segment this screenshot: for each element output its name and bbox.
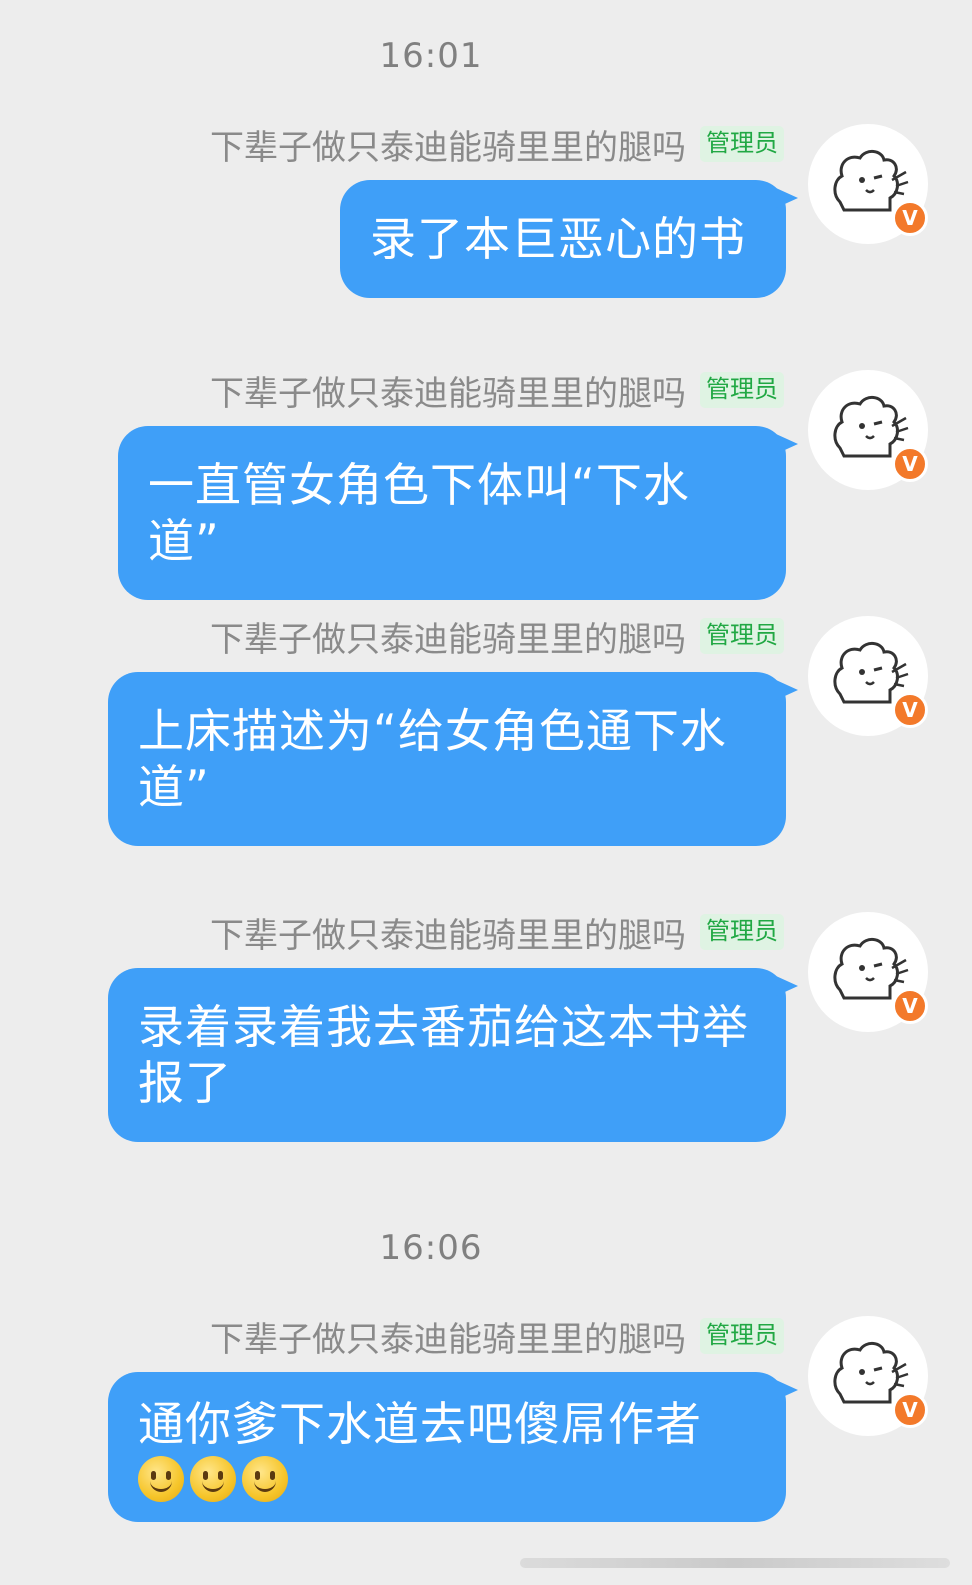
verified-badge: V [892, 988, 928, 1024]
sender-line: 下辈子做只泰迪能骑里里的腿吗 管理员 [210, 124, 784, 168]
sender-name[interactable]: 下辈子做只泰迪能骑里里的腿吗 [210, 1312, 686, 1361]
slight-smile-emoji [242, 1456, 288, 1502]
sender-name[interactable]: 下辈子做只泰迪能骑里里的腿吗 [210, 908, 686, 957]
verified-badge: V [892, 446, 928, 482]
message-bubble[interactable]: 一直管女角色下体叫“下水道” [118, 426, 798, 600]
emoji-row [138, 1456, 756, 1502]
verified-badge: V [892, 692, 928, 728]
bottom-scroll-indicator [520, 1558, 950, 1568]
sender-line: 下辈子做只泰迪能骑里里的腿吗 管理员 [210, 1316, 784, 1360]
slight-smile-emoji [138, 1456, 184, 1502]
admin-badge: 管理员 [700, 914, 784, 950]
admin-badge: 管理员 [700, 372, 784, 408]
admin-badge: 管理员 [700, 1318, 784, 1354]
avatar[interactable]: V [808, 912, 928, 1032]
message-text: 上床描述为“给女角色通下水道” [138, 704, 727, 814]
admin-badge: 管理员 [700, 618, 784, 654]
sender-name[interactable]: 下辈子做只泰迪能骑里里的腿吗 [210, 120, 686, 169]
sender-name[interactable]: 下辈子做只泰迪能骑里里的腿吗 [210, 366, 686, 415]
message-bubble[interactable]: 录着录着我去番茄给这本书举报了 [108, 968, 798, 1142]
message-text: 录了本巨恶心的书 [370, 212, 746, 266]
message-text: 通你爹下水道去吧傻屌作者 [138, 1397, 702, 1451]
message-text: 一直管女角色下体叫“下水道” [148, 458, 690, 568]
verified-badge: V [892, 200, 928, 236]
message-bubble[interactable]: 录了本巨恶心的书 [340, 180, 798, 298]
avatar[interactable]: V [808, 1316, 928, 1436]
timestamp: 16:01 [379, 36, 483, 76]
avatar[interactable]: V [808, 124, 928, 244]
slight-smile-emoji [190, 1456, 236, 1502]
sender-line: 下辈子做只泰迪能骑里里的腿吗 管理员 [210, 912, 784, 956]
message-bubble[interactable]: 通你爹下水道去吧傻屌作者 [108, 1372, 798, 1522]
sender-line: 下辈子做只泰迪能骑里里的腿吗 管理员 [210, 370, 784, 414]
message-text: 录着录着我去番茄给这本书举报了 [138, 1000, 749, 1110]
timestamp: 16:06 [379, 1228, 483, 1268]
avatar[interactable]: V [808, 370, 928, 490]
sender-line: 下辈子做只泰迪能骑里里的腿吗 管理员 [210, 616, 784, 660]
message-bubble[interactable]: 上床描述为“给女角色通下水道” [108, 672, 798, 846]
admin-badge: 管理员 [700, 126, 784, 162]
sender-name[interactable]: 下辈子做只泰迪能骑里里的腿吗 [210, 612, 686, 661]
avatar[interactable]: V [808, 616, 928, 736]
verified-badge: V [892, 1392, 928, 1428]
